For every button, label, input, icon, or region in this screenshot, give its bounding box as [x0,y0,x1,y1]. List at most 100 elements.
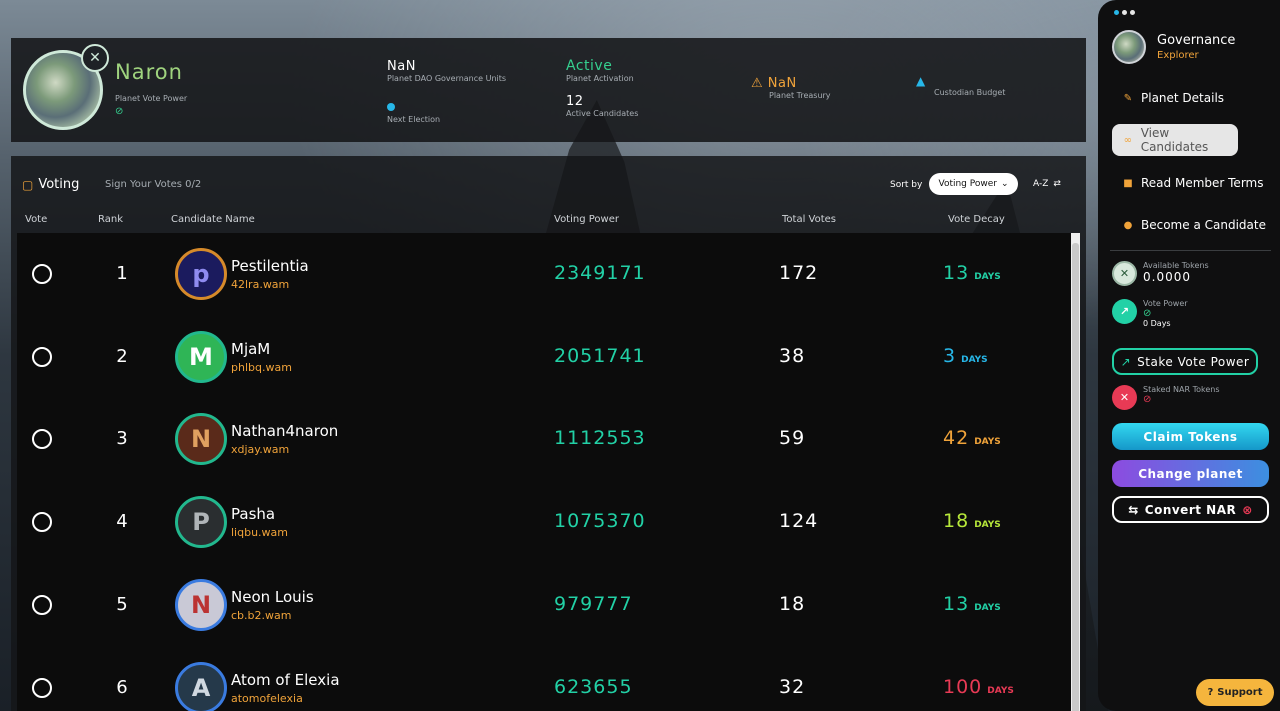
vote-power-info: ↗ Vote Power ⊘ 0 Days [1112,299,1188,328]
candidate-name[interactable]: Neon Louis [231,588,314,606]
column-voting-power: Voting Power [554,214,619,225]
candidate-name[interactable]: Pestilentia [231,257,309,275]
vote-radio[interactable] [32,594,52,615]
planet-token-badge-icon: ✕ [81,44,109,72]
candidate-rank: 3 [116,428,128,450]
candidate-rank: 4 [116,511,128,533]
vote-radio[interactable] [32,512,52,533]
nar-small-icon: ⊗ [1242,502,1253,517]
convert-nar-button[interactable]: ⇆ Convert NAR ⊗ [1112,496,1269,523]
change-planet-button[interactable]: Change planet [1112,460,1269,487]
nav-read-member-terms[interactable]: ■ Read Member Terms [1112,167,1263,199]
table-scrollbar[interactable] [1071,233,1080,711]
candidate-avatar: N [175,578,227,631]
table-row[interactable]: 3 N Nathan4naron xdjay.wam 1112553 59 42… [17,398,1071,480]
candidate-vote-decay: 13 DAYS [943,262,1001,284]
candidate-vote-decay: 13 DAYS [943,592,1001,615]
available-tokens: ✕ Available Tokens 0.0000 [1112,261,1209,286]
candidate-name[interactable]: Atom of Elexia [231,671,340,689]
column-vote-decay: Vote Decay [948,214,1005,225]
table-row[interactable]: 2 M MjaM phlbq.wam 2051741 38 3 DAYS [17,316,1071,398]
claim-tokens-button[interactable]: Claim Tokens [1112,423,1269,450]
candidates-table: 1 p Pestilentia 42lra.wam 2349171 172 13… [17,233,1080,711]
sign-votes-label[interactable]: Sign Your Votes 0/2 [105,179,201,190]
vote-power-slash-icon: ⊘ [1143,308,1152,319]
candidate-account: atomofelexia [231,691,303,705]
staked-nar-icon: ✕ [1112,385,1137,410]
vote-power-trend-icon: ↗ [1112,299,1137,324]
candidate-rank: 5 [116,593,128,615]
planet-vote-power-label: Planet Vote Power [115,94,188,103]
nav-planet-details[interactable]: ✎ Planet Details [1112,82,1224,114]
candidate-avatar: P [175,496,227,549]
candidate-account: 42lra.wam [231,278,290,291]
user-icon: ● [1123,219,1133,231]
scrollbar-thumb[interactable] [1072,243,1079,711]
candidate-total-votes: 172 [779,262,819,284]
swap-arrows-icon: ⇄ [1053,179,1061,189]
stake-vote-power-button[interactable]: ↗ Stake Vote Power [1112,348,1258,375]
candidate-rank: 1 [116,263,128,284]
column-vote: Vote [25,214,48,225]
custodian-icon: ▲ [916,74,926,88]
candidate-vote-decay: 100 DAYS [943,675,1014,698]
candidate-voting-power: 979777 [554,592,633,615]
candidate-name[interactable]: MjaM [231,340,270,358]
sidebar-title: Governance [1157,33,1236,48]
window-dots [1114,10,1135,15]
users-icon: ∞ [1123,134,1133,146]
swap-icon: ⇆ [1128,502,1139,517]
vote-radio[interactable] [32,346,52,367]
table-row[interactable]: 6 A Atom of Elexia atomofelexia 623655 3… [17,647,1071,711]
candidate-total-votes: 59 [779,427,806,450]
candidate-rank: 6 [116,676,128,698]
staked-slash-icon: ⊘ [1143,394,1152,405]
candidate-total-votes: 124 [779,510,819,533]
candidate-voting-power: 623655 [554,675,633,698]
nav-become-candidate[interactable]: ● Become a Candidate [1112,209,1266,241]
voting-panel: ▢ Voting Sign Your Votes 0/2 Sort by Vot… [11,156,1086,711]
election-clock-icon [387,103,395,111]
candidate-account: liqbu.wam [231,526,288,540]
table-row[interactable]: 5 N Neon Louis cb.b2.wam 979777 18 13 DA… [17,564,1071,646]
candidate-avatar: p [175,248,227,300]
column-total-votes: Total Votes [782,214,836,225]
candidate-vote-decay: 42 DAYS [943,427,1001,450]
planet-name: Naron [115,60,183,84]
vote-radio[interactable] [32,264,52,284]
candidate-name[interactable]: Nathan4naron [231,422,338,440]
candidate-total-votes: 32 [779,675,806,698]
staked-tokens-info: ✕ Staked NAR Tokens ⊘ [1112,385,1220,410]
candidate-total-votes: 18 [779,592,806,615]
voting-tab[interactable]: ▢ Voting [22,177,79,192]
candidate-name[interactable]: Pasha [231,505,275,523]
sort-order-toggle[interactable]: A-Z ⇄ [1033,179,1061,189]
chevron-down-icon: ⌄ [1000,179,1009,189]
custodian-budget-stat: ▲ Custodian Budget [916,74,1006,97]
vote-radio[interactable] [32,677,52,698]
candidate-account: xdjay.wam [231,443,290,457]
candidate-vote-decay: 18 DAYS [943,510,1001,533]
candidate-avatar: N [175,413,227,466]
chat-icon: ▢ [22,177,34,192]
next-election-stat: Next Election [387,96,440,124]
table-row[interactable]: 4 P Pasha liqbu.wam 1075370 124 18 DAYS [17,481,1071,563]
sidebar-planet-avatar [1112,30,1146,64]
help-icon: ? [1207,687,1214,698]
nav-view-candidates[interactable]: ∞ View Candidates [1112,124,1238,156]
candidate-voting-power: 2051741 [554,344,646,367]
sort-select[interactable]: Voting Power ⌄ [929,173,1018,195]
candidate-vote-decay: 3 DAYS [943,344,988,367]
candidate-account: cb.b2.wam [231,608,292,622]
candidate-voting-power: 2349171 [554,262,646,284]
vote-radio[interactable] [32,429,52,450]
candidate-avatar: A [175,661,227,711]
governance-units-stat: NaN Planet DAO Governance Units [387,59,507,83]
table-row[interactable]: 1 p Pestilentia 42lra.wam 2349171 172 13… [17,233,1071,315]
document-icon: ■ [1123,177,1133,189]
planet-treasury-stat: ⚠ NaN Planet Treasury [751,76,831,100]
active-candidates-stat: 12 Active Candidates [566,94,639,118]
sidebar: Governance Explorer ✎ Planet Details ∞ V… [1098,0,1280,711]
nar-token-icon: ✕ [1112,261,1137,286]
support-button[interactable]: ? Support [1196,679,1274,706]
